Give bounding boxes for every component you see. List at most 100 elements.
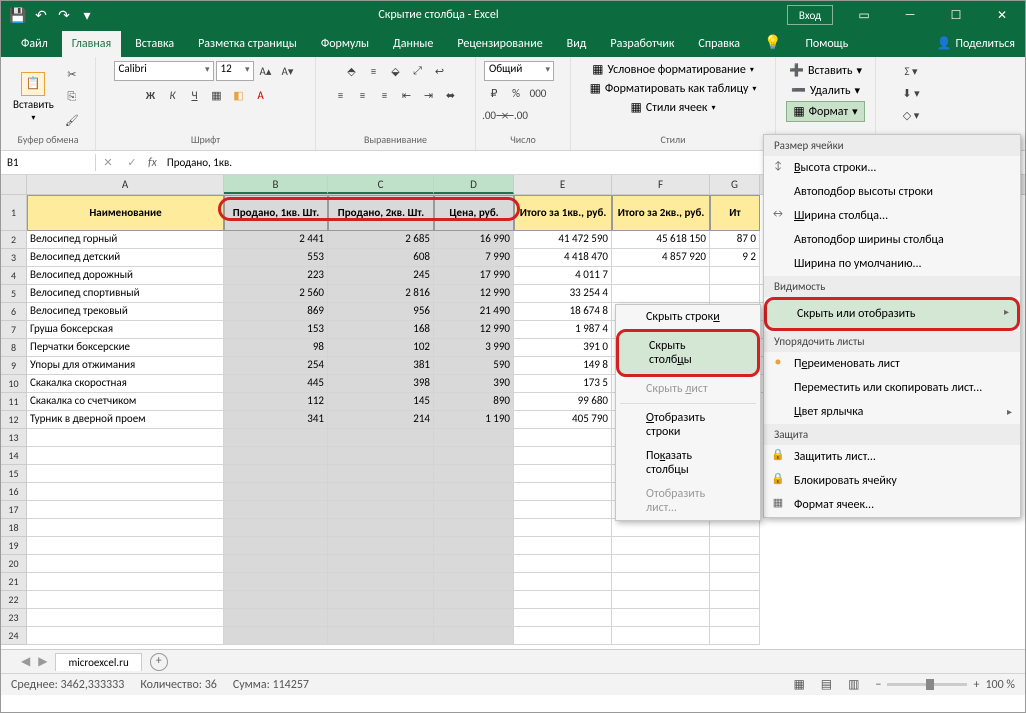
name-box[interactable]: B1: [1, 154, 96, 171]
comma-icon[interactable]: 000: [528, 83, 548, 103]
view-normal-icon[interactable]: ▦: [793, 677, 804, 692]
tab-file[interactable]: Файл: [11, 31, 58, 57]
cell[interactable]: [612, 267, 710, 285]
cell[interactable]: 254: [224, 357, 328, 375]
cell[interactable]: [224, 555, 328, 573]
menu-hide-unhide[interactable]: Скрыть или отобразить: [764, 297, 1020, 331]
cell-styles-button[interactable]: ▦Стили ячеек▾: [627, 99, 718, 116]
submenu-hide-rows[interactable]: Скрыть строки: [616, 305, 760, 329]
percent-icon[interactable]: %: [506, 83, 526, 103]
copy-icon[interactable]: ⎘: [62, 87, 82, 107]
cell[interactable]: [434, 501, 514, 519]
menu-autofit-col[interactable]: Автоподбор ширины столбца: [764, 228, 1020, 252]
wrap-text-icon[interactable]: ↩: [430, 61, 450, 81]
cell[interactable]: Велосипед горный: [27, 231, 224, 249]
cell[interactable]: [514, 555, 612, 573]
tab-view[interactable]: Вид: [557, 31, 597, 57]
number-format-combo[interactable]: Общий: [484, 61, 554, 81]
zoom-out-button[interactable]: −: [875, 678, 881, 692]
cell[interactable]: [224, 591, 328, 609]
align-top-icon[interactable]: ⬘: [342, 61, 362, 81]
row-header[interactable]: 2: [1, 231, 27, 249]
paste-button[interactable]: 📋 Вставить ▾: [9, 70, 58, 125]
cell[interactable]: [710, 519, 760, 537]
view-pagebreak-icon[interactable]: ▥: [848, 677, 859, 692]
cell[interactable]: Продано, 2кв. Шт.: [328, 195, 434, 231]
menu-col-width[interactable]: ↔Ширина столбца...: [764, 204, 1020, 228]
cell[interactable]: [328, 555, 434, 573]
cell[interactable]: [27, 429, 224, 447]
cell[interactable]: [328, 429, 434, 447]
tab-developer[interactable]: Разработчик: [600, 31, 684, 57]
clear-icon[interactable]: ◇ ▾: [901, 105, 921, 125]
cell[interactable]: 2 560: [224, 285, 328, 303]
conditional-formatting-button[interactable]: ▦Условное форматирование▾: [589, 61, 757, 78]
cell[interactable]: 99 680: [514, 393, 612, 411]
cell[interactable]: [434, 591, 514, 609]
tab-layout[interactable]: Разметка страницы: [188, 31, 307, 57]
col-header-b[interactable]: B: [224, 175, 328, 194]
cell[interactable]: [224, 537, 328, 555]
cell[interactable]: [710, 627, 760, 645]
cell[interactable]: 590: [434, 357, 514, 375]
row-header[interactable]: 3: [1, 249, 27, 267]
cell[interactable]: Продано, 1кв. Шт.: [224, 195, 328, 231]
cell[interactable]: [434, 573, 514, 591]
sheet-tab[interactable]: microexcel.ru: [55, 653, 141, 671]
cell[interactable]: [514, 483, 612, 501]
cell[interactable]: 391 0: [514, 339, 612, 357]
cell[interactable]: [224, 573, 328, 591]
cell[interactable]: Скакалка со счетчиком: [27, 393, 224, 411]
col-header-g[interactable]: G: [710, 175, 760, 194]
cell[interactable]: 9 2: [710, 249, 760, 267]
cell[interactable]: [224, 609, 328, 627]
insert-cells-button[interactable]: ➕Вставить ▾: [783, 61, 868, 80]
cell[interactable]: Упоры для отжимания: [27, 357, 224, 375]
cell[interactable]: Наименование: [27, 195, 224, 231]
autosum-icon[interactable]: Σ ▾: [901, 61, 921, 81]
cell[interactable]: [514, 447, 612, 465]
cell[interactable]: [224, 465, 328, 483]
font-size-combo[interactable]: 12: [216, 61, 254, 81]
cell[interactable]: Велосипед детский: [27, 249, 224, 267]
orientation-icon[interactable]: ⤢: [408, 61, 428, 81]
row-header[interactable]: 16: [1, 483, 27, 501]
cell[interactable]: [224, 627, 328, 645]
cell[interactable]: 16 990: [434, 231, 514, 249]
cell[interactable]: 12 990: [434, 285, 514, 303]
cell[interactable]: 2 685: [328, 231, 434, 249]
cell[interactable]: 4 418 470: [514, 249, 612, 267]
cell[interactable]: 956: [328, 303, 434, 321]
cell[interactable]: 33 254 4: [514, 285, 612, 303]
cell[interactable]: Велосипед спортивный: [27, 285, 224, 303]
increase-decimal-icon[interactable]: .00→: [484, 105, 504, 125]
cell[interactable]: [27, 573, 224, 591]
cell[interactable]: [224, 483, 328, 501]
cell[interactable]: [612, 609, 710, 627]
cell[interactable]: [27, 447, 224, 465]
cell[interactable]: [434, 465, 514, 483]
cell[interactable]: [27, 519, 224, 537]
tell-me-icon[interactable]: 💡: [754, 28, 791, 57]
align-center-icon[interactable]: ≡: [353, 85, 373, 105]
login-button[interactable]: Вход: [787, 5, 833, 25]
cell[interactable]: 21 490: [434, 303, 514, 321]
cell[interactable]: 102: [328, 339, 434, 357]
cell[interactable]: 4 011 7: [514, 267, 612, 285]
cell[interactable]: 245: [328, 267, 434, 285]
align-middle-icon[interactable]: ≡: [364, 61, 384, 81]
cell[interactable]: [612, 537, 710, 555]
row-header[interactable]: 15: [1, 465, 27, 483]
cell[interactable]: 223: [224, 267, 328, 285]
cell[interactable]: [514, 519, 612, 537]
cell[interactable]: Цена, руб.: [434, 195, 514, 231]
cell[interactable]: [27, 627, 224, 645]
tab-home[interactable]: Главная: [62, 31, 121, 57]
new-sheet-button[interactable]: +: [150, 653, 168, 671]
cell[interactable]: [514, 591, 612, 609]
zoom-in-button[interactable]: +: [973, 678, 979, 692]
row-header[interactable]: 22: [1, 591, 27, 609]
format-as-table-button[interactable]: ▦Форматировать как таблицу▾: [587, 80, 760, 97]
submenu-show-sheet[interactable]: Отобразить лист...: [616, 482, 760, 520]
row-header[interactable]: 14: [1, 447, 27, 465]
